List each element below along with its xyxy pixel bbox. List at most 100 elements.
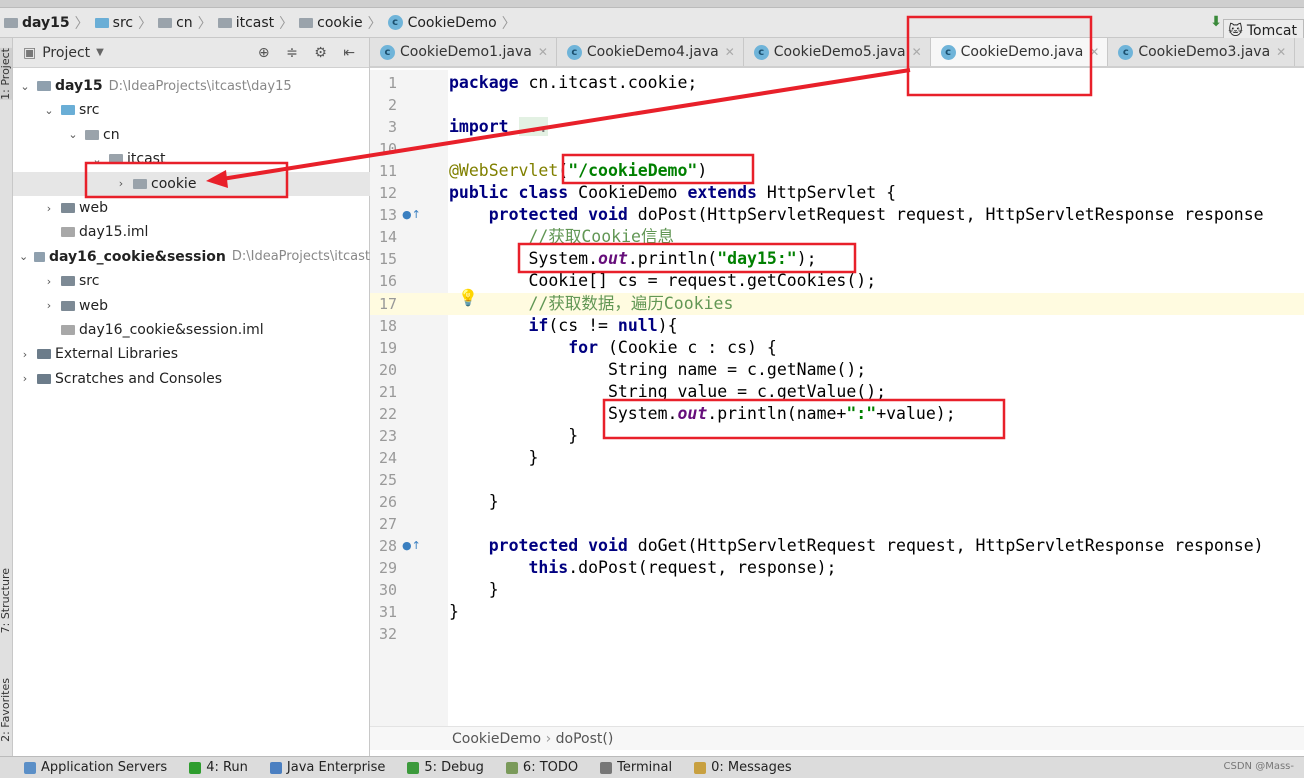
code-line: 29 this.doPost(request, response); <box>370 557 1304 579</box>
tab-cookiedemo1-java[interactable]: c CookieDemo1.java ✕ <box>370 38 557 66</box>
close-icon[interactable]: ✕ <box>725 45 735 59</box>
crumb-method[interactable]: doPost() <box>556 731 614 747</box>
project-view-icon: ▣ <box>23 44 37 61</box>
tree-item[interactable]: ⌄ day16_cookie&session D:\IdeaProjects\itc… <box>13 245 370 269</box>
tree-item[interactable]: › Scratches and Consoles <box>13 367 370 391</box>
tool-button-messages[interactable]: 0: Messages <box>694 760 792 775</box>
chevron-right-icon[interactable]: › <box>43 202 55 215</box>
line-number: 27 <box>378 515 397 533</box>
code-token: .println( <box>627 249 718 269</box>
tree-item[interactable]: day16_cookie&session.iml <box>13 318 370 342</box>
code-token: if <box>528 315 549 335</box>
code-token: extends <box>687 183 757 203</box>
tab-cookiedemo4-java[interactable]: c CookieDemo4.java ✕ <box>557 38 744 66</box>
project-tool-button[interactable]: 1: Project <box>0 48 12 100</box>
dropdown-arrow-icon[interactable]: ▼ <box>96 47 104 58</box>
tree-item[interactable]: ⌄ src <box>13 98 370 122</box>
project-panel-tools[interactable]: ⊕ ≑ ⚙ ⇤ <box>258 45 361 61</box>
code-token: ) <box>697 161 708 181</box>
chevron-right-icon[interactable]: › <box>43 299 55 312</box>
tree-item[interactable]: › src <box>13 269 370 293</box>
tree-item[interactable]: › web <box>13 196 370 220</box>
tree-item[interactable]: ⌄ day15 D:\IdeaProjects\itcast\day15 <box>13 74 370 98</box>
vcs-update-icon[interactable]: ⬇ <box>1210 14 1222 30</box>
crumb-cookiedemo[interactable]: c CookieDemo 〉 <box>387 13 516 33</box>
tool-button-run[interactable]: 4: Run <box>189 760 248 775</box>
module-icon <box>4 17 18 28</box>
chevron-right-icon[interactable]: › <box>43 275 55 288</box>
tool-button-javaenterprise[interactable]: Java Enterprise <box>269 760 385 775</box>
crumb-cookie[interactable]: cookie 〉 <box>299 13 382 33</box>
structure-tool-button[interactable]: 7: Structure <box>0 568 12 633</box>
crumb-label: itcast <box>235 14 275 31</box>
chevron-down-icon[interactable]: ⌄ <box>43 104 55 117</box>
chevron-down-icon[interactable]: ⌄ <box>67 128 79 141</box>
tree-item-label: cookie <box>151 175 197 192</box>
code-line: 32 <box>370 623 1304 645</box>
close-icon[interactable]: ✕ <box>538 45 548 59</box>
tree-item[interactable]: day15.iml <box>13 220 370 244</box>
code-line: 18 if(cs != null){ <box>370 315 1304 337</box>
chevron-right-icon[interactable]: › <box>19 348 31 361</box>
close-icon[interactable]: ✕ <box>912 45 922 59</box>
override-icon[interactable]: ●↑ <box>402 208 421 221</box>
code-token: //获取数据，遍历Cookies <box>528 293 734 313</box>
project-view-select[interactable]: Project <box>42 45 90 61</box>
chevron-right-icon[interactable]: › <box>19 372 31 385</box>
chevron-down-icon[interactable]: ⌄ <box>19 250 28 263</box>
project-panel: ▣ Project ▼ ⊕ ≑ ⚙ ⇤ ⌄ day15 D:\IdeaProject… <box>13 38 370 756</box>
code-text: protected void doPost(HttpServletRequest… <box>449 204 1264 226</box>
menu-bar <box>0 0 1304 8</box>
tool-button-label: Terminal <box>617 760 673 775</box>
tree-item-label: itcast <box>127 151 166 168</box>
code-token: out <box>677 403 708 423</box>
tab-cookiedemo-java[interactable]: c CookieDemo.java ✕ <box>930 38 1109 66</box>
tab-cookiedemo3-java[interactable]: c CookieDemo3.java ✕ <box>1108 38 1296 66</box>
tab-cookiedemo5-java[interactable]: c CookieDemo5.java ✕ <box>744 38 931 66</box>
tree-item-path: D:\IdeaProjects\itcast\day15 <box>108 78 292 94</box>
left-tool-stripe: 1: Project 7: Structure 2: Favorites <box>0 38 13 756</box>
package-icon <box>133 178 147 189</box>
tool-button-debug[interactable]: 5: Debug <box>407 760 484 775</box>
crumb-class[interactable]: CookieDemo <box>452 731 541 747</box>
code-token: CookieDemo <box>568 183 688 203</box>
tree-item[interactable]: › web <box>13 294 370 318</box>
code-token: "day15:" <box>717 249 797 269</box>
tool-button-applicationservers[interactable]: Application Servers <box>24 760 167 775</box>
tool-button-terminal[interactable]: Terminal <box>600 760 672 775</box>
close-icon[interactable]: ✕ <box>1276 45 1286 59</box>
crumb-src[interactable]: src 〉 <box>94 13 152 33</box>
crumb-day15[interactable]: day15 〉 <box>4 13 89 33</box>
code-line: 30 } <box>370 579 1304 601</box>
line-number: 32 <box>378 625 397 644</box>
favorites-tool-button[interactable]: 2: Favorites <box>0 678 12 742</box>
tree-item[interactable]: ⌄ cn <box>13 123 370 147</box>
code-token: cn.itcast.cookie; <box>518 73 698 92</box>
code-line: 19 for (Cookie c : cs) { <box>370 337 1304 359</box>
folder-blue-icon <box>61 105 75 116</box>
tree-item[interactable]: › cookie <box>13 171 370 196</box>
class-icon: c <box>566 44 582 60</box>
chevron-down-icon[interactable]: ⌄ <box>19 80 31 93</box>
close-icon[interactable]: ✕ <box>1089 45 1099 59</box>
tree-item[interactable]: › External Libraries <box>13 342 370 366</box>
tree-item[interactable]: ⌄ itcast <box>13 147 370 171</box>
lightbulb-icon[interactable]: 💡 <box>458 288 478 307</box>
chevron-down-icon[interactable]: ⌄ <box>91 153 103 166</box>
override-icon[interactable]: ●↑ <box>402 539 421 552</box>
code-line: 1 package cn.itcast.cookie; <box>370 72 1304 94</box>
tree-item-path: D:\IdeaProjects\itcast <box>231 249 370 265</box>
code-token: package <box>449 73 519 92</box>
chevron-right-icon[interactable]: › <box>115 177 127 190</box>
code-token: (cs != <box>548 315 618 335</box>
tool-button-todo[interactable]: 6: TODO <box>505 760 578 775</box>
package-icon <box>109 154 123 165</box>
class-icon: c <box>387 15 403 30</box>
tree-item-label: day15 <box>55 78 103 94</box>
crumb-cn[interactable]: cn 〉 <box>158 13 212 33</box>
run-config-label: Tomcat <box>1246 23 1297 39</box>
line-number: 22 <box>378 404 397 423</box>
line-number: 24 <box>378 448 397 467</box>
crumb-itcast[interactable]: itcast 〉 <box>217 13 293 33</box>
